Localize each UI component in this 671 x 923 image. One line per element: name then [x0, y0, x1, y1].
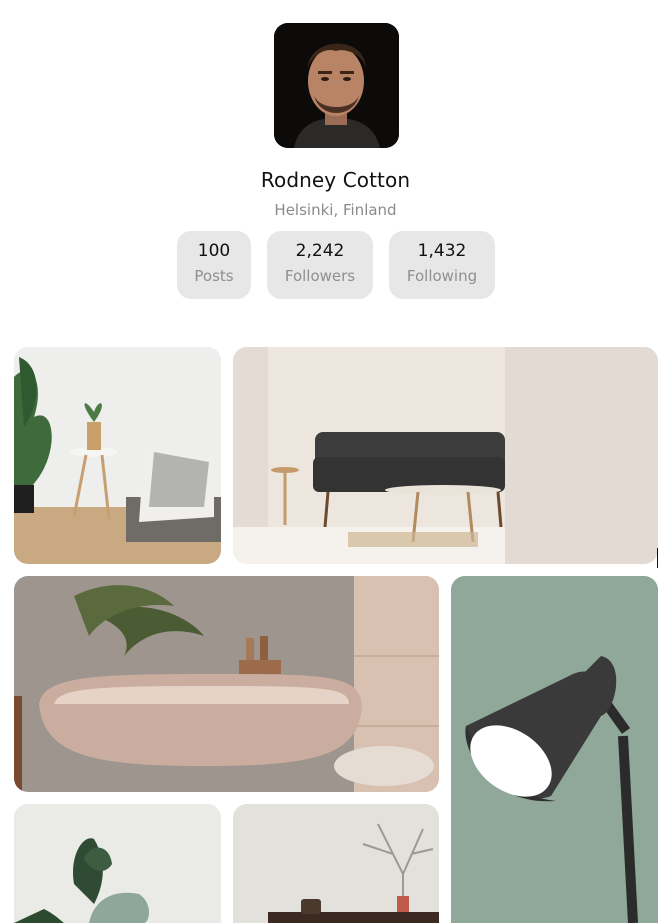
- profile-name: Rodney Cotton: [260, 168, 411, 192]
- stat-posts-value: 100: [197, 241, 231, 261]
- stat-posts[interactable]: 100 Posts: [177, 231, 251, 299]
- stat-following-value: 1,432: [417, 241, 467, 261]
- stat-following[interactable]: 1,432 Following: [389, 231, 495, 299]
- gallery-image-living-room[interactable]: [233, 347, 658, 564]
- stat-following-label: Following: [406, 267, 478, 285]
- gallery-image-floor-lamp[interactable]: [451, 576, 658, 923]
- stat-followers-label: Followers: [284, 267, 356, 285]
- stat-posts-label: Posts: [194, 267, 234, 285]
- text-cursor: [657, 548, 658, 568]
- gallery-image-bathtub[interactable]: [14, 576, 439, 792]
- gallery-image-shelf-decor[interactable]: [233, 804, 439, 923]
- stat-followers-value: 2,242: [295, 241, 345, 261]
- gallery-image-plant-side-table[interactable]: [14, 347, 221, 564]
- profile-avatar[interactable]: [274, 23, 399, 148]
- stat-followers[interactable]: 2,242 Followers: [267, 231, 373, 299]
- gallery-image-potted-plant[interactable]: [14, 804, 221, 923]
- profile-location: Helsinki, Finland: [274, 201, 397, 219]
